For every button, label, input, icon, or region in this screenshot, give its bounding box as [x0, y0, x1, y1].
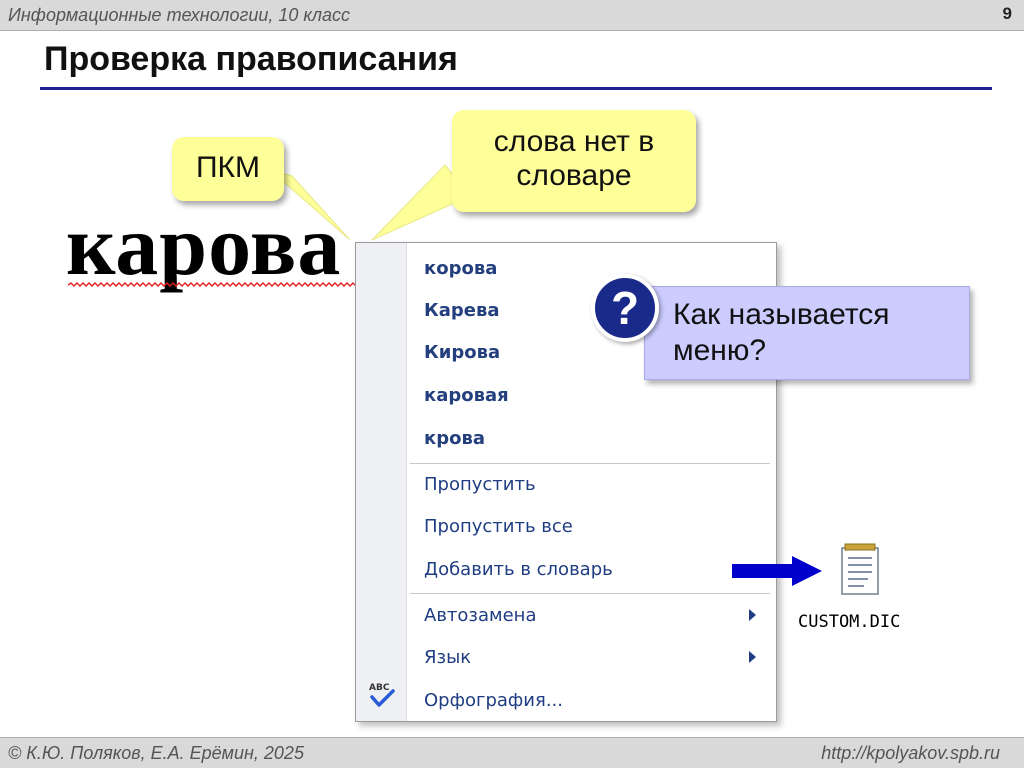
menu-item-skip[interactable]: Пропустить — [424, 471, 536, 499]
menu-separator — [410, 593, 770, 594]
menu-suggestion-kirova[interactable]: Кирова — [424, 339, 500, 367]
slide-header-bar: Информационные технологии, 10 класс 9 — [0, 0, 1024, 31]
menu-item-autocorrect[interactable]: Автозамена — [424, 602, 536, 630]
website-link[interactable]: http://kpolyakov.spb.ru — [821, 743, 1000, 764]
question-mark-icon: ? — [591, 274, 659, 342]
course-title: Информационные технологии, 10 класс — [8, 5, 351, 25]
menu-suggestion-karovaya[interactable]: каровая — [424, 382, 509, 410]
copyright-text: © К.Ю. Поляков, Е.А. Ерёмин, 2025 — [8, 743, 304, 763]
menu-suggestion-korova[interactable]: корова — [424, 255, 497, 283]
menu-suggestion-kareva[interactable]: Карева — [424, 297, 500, 325]
menu-item-language[interactable]: Язык — [424, 644, 471, 672]
submenu-arrow-icon — [749, 609, 756, 621]
question-text: Как называется меню? — [673, 298, 890, 367]
spelling-error-underline — [68, 282, 357, 287]
callout-not-in-dictionary-text: слова нет в словаре — [493, 125, 655, 192]
svg-text:ABC: ABC — [369, 683, 390, 693]
question-box: Как называется меню? — [644, 286, 970, 380]
slide-title: Проверка правописания — [44, 40, 458, 78]
misspelled-word[interactable]: карова — [66, 195, 341, 295]
menu-separator — [410, 463, 770, 464]
arrow-right-icon — [732, 556, 822, 586]
menu-item-skip-all[interactable]: Пропустить все — [424, 513, 573, 541]
menu-suggestion-krova[interactable]: крова — [424, 425, 485, 453]
menu-icon-gutter — [356, 243, 407, 721]
menu-item-spelling[interactable]: Орфография... — [424, 687, 563, 715]
text-file-icon — [841, 543, 879, 595]
menu-item-add-to-dictionary[interactable]: Добавить в словарь — [424, 556, 613, 584]
callout-right-click-text: ПКМ — [195, 151, 261, 184]
callout-not-in-dictionary: слова нет в словаре — [452, 110, 696, 212]
submenu-arrow-icon — [749, 651, 756, 663]
slide-footer-bar: © К.Ю. Поляков, Е.А. Ерёмин, 2025 http:/… — [0, 737, 1024, 768]
callout-right-click: ПКМ — [172, 137, 284, 201]
title-underline — [40, 87, 992, 90]
file-name: CUSTOM.DIC — [798, 612, 901, 632]
page-number: 9 — [1002, 4, 1012, 23]
spelling-check-icon: ABC — [369, 683, 395, 707]
